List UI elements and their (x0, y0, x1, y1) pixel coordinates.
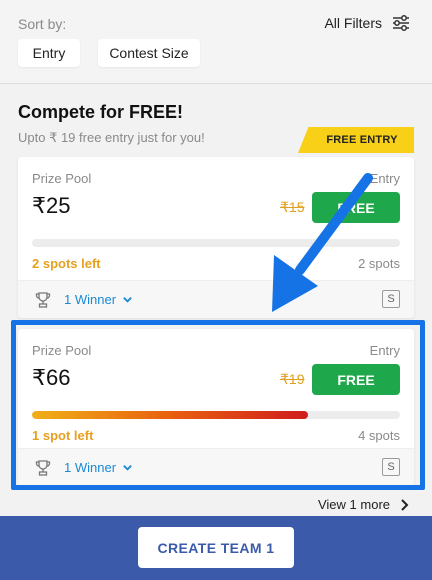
prize-pool-label: Prize Pool (32, 343, 92, 358)
trophy-icon (35, 292, 51, 308)
all-filters-label: All Filters (324, 15, 382, 31)
entry-label: Entry (369, 343, 400, 358)
card-footer: 1 Winner S (18, 448, 414, 486)
winners-label: 1 Winner (64, 292, 117, 307)
chevron-down-icon (123, 465, 132, 471)
sort-bar: Sort by: Entry Contest Size All Filters (0, 0, 432, 84)
contest-card[interactable]: Prize Pool Entry ₹66 ₹19 FREE 1 spot lef… (18, 329, 414, 486)
section-subtitle: Upto ₹ 19 free entry just for you! (18, 130, 205, 145)
sort-entry-chip[interactable]: Entry (18, 39, 80, 67)
original-entry-fee: ₹19 (280, 371, 305, 387)
sort-contest-size-chip[interactable]: Contest Size (98, 39, 200, 67)
sort-by-label: Sort by: (18, 16, 67, 32)
total-spots: 4 spots (358, 428, 400, 443)
winners-label: 1 Winner (64, 460, 117, 475)
prize-amount: ₹25 (32, 193, 71, 218)
spots-left: 2 spots left (32, 256, 101, 271)
all-filters-button[interactable]: All Filters (324, 14, 410, 32)
trophy-icon (35, 460, 51, 476)
free-entry-button[interactable]: FREE (312, 364, 400, 395)
single-entry-badge: S (382, 458, 400, 476)
winners-dropdown[interactable]: 1 Winner (64, 292, 133, 307)
winners-dropdown[interactable]: 1 Winner (64, 460, 133, 475)
bottom-action-bar: CREATE TEAM 1 (0, 516, 432, 580)
original-entry-fee: ₹15 (280, 199, 305, 215)
chevron-right-icon (401, 498, 409, 511)
view-more-link[interactable]: View 1 more (318, 497, 410, 512)
card-footer: 1 Winner S (18, 280, 414, 318)
free-entry-button[interactable]: FREE (312, 192, 400, 223)
spots-progress-fill (32, 411, 308, 419)
prize-pool-label: Prize Pool (32, 171, 92, 186)
prize-amount: ₹66 (32, 365, 71, 390)
single-entry-badge: S (382, 290, 400, 308)
chevron-down-icon (123, 297, 132, 303)
total-spots: 2 spots (358, 256, 400, 271)
view-more-label: View 1 more (317, 497, 390, 512)
spots-progress-bar (32, 239, 400, 247)
entry-label: Entry (369, 171, 400, 186)
filter-sliders-icon (393, 15, 409, 31)
contest-card[interactable]: Prize Pool Entry ₹25 ₹15 FREE 2 spots le… (18, 157, 414, 318)
section-title: Compete for FREE! (18, 102, 184, 122)
create-team-button[interactable]: CREATE TEAM 1 (138, 527, 294, 568)
free-entry-banner: FREE ENTRY (298, 127, 414, 153)
spots-progress-bar (32, 411, 400, 419)
spots-left: 1 spot left (32, 428, 94, 443)
